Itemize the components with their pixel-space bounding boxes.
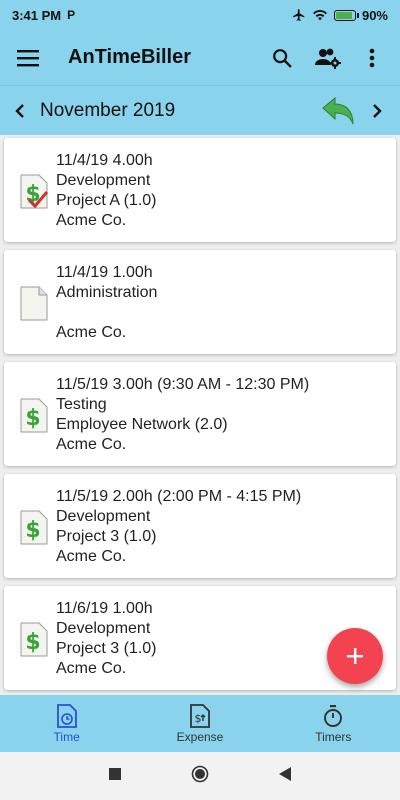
status-time: 3:41 PM <box>12 7 62 23</box>
svg-text:$: $ <box>194 712 201 725</box>
tab-expense-label: Expense <box>176 729 224 744</box>
entry-client: Acme Co. <box>56 548 127 565</box>
status-bar: 3:41 PM P 90% <box>0 0 400 30</box>
entry-task: Development <box>56 620 151 637</box>
tab-timers-label: Timers <box>315 729 352 744</box>
time-entry-card[interactable]: $ 11/5/19 3.00h (9:30 AM - 12:30 PM) Tes… <box>4 362 396 466</box>
entry-task: Testing <box>56 396 107 413</box>
recents-icon[interactable] <box>109 767 121 785</box>
app-bar: AnTimeBiller <box>0 30 400 85</box>
entry-task: Administration <box>56 284 158 301</box>
entry-task: Development <box>56 172 151 189</box>
expense-icon: $ <box>190 703 210 728</box>
add-entry-button[interactable] <box>327 628 383 684</box>
time-icon <box>56 703 77 728</box>
entry-client: Acme Co. <box>56 212 127 229</box>
entry-client: Acme Co. <box>56 436 127 453</box>
entry-date-hours: 11/5/19 3.00h (9:30 AM - 12:30 PM) <box>56 376 310 393</box>
invoice-icon: $ <box>19 510 49 546</box>
entry-date-hours: 11/4/19 4.00h <box>56 152 153 169</box>
entry-project: Project A (1.0) <box>56 192 157 209</box>
entry-date-hours: 11/6/19 1.00h <box>56 600 153 617</box>
entry-project <box>56 303 157 323</box>
entry-task: Development <box>56 508 151 525</box>
airplane-icon <box>292 8 306 22</box>
month-bar: November 2019 <box>0 85 400 135</box>
time-entry-list[interactable]: $ 11/4/19 4.00h Development Project A (1… <box>0 135 400 695</box>
bottom-navigation: Time $ Expense Timers <box>0 695 400 752</box>
svg-text:$: $ <box>25 406 40 431</box>
undo-icon[interactable] <box>316 91 360 131</box>
entry-project: Project 3 (1.0) <box>56 528 157 545</box>
next-month-icon[interactable] <box>360 91 394 131</box>
svg-text:$: $ <box>25 630 40 655</box>
svg-text:$: $ <box>25 518 40 543</box>
app-title: AnTimeBiller <box>68 46 191 68</box>
menu-icon[interactable] <box>8 38 48 78</box>
system-navigation-bar <box>0 752 400 800</box>
month-label: November 2019 <box>40 99 176 121</box>
stopwatch-icon <box>324 704 343 727</box>
entry-date-hours: 11/4/19 1.00h <box>56 264 153 281</box>
entry-client: Acme Co. <box>56 324 127 341</box>
plus-icon <box>347 648 363 664</box>
entry-project: Employee Network (2.0) <box>56 416 228 433</box>
entry-client: Acme Co. <box>56 660 127 677</box>
search-icon[interactable] <box>262 38 302 78</box>
tab-time[interactable]: Time <box>0 695 133 752</box>
blank-document-icon <box>19 286 49 322</box>
wifi-icon <box>312 8 328 22</box>
carrier-icon: P <box>67 8 76 22</box>
entry-project: Project 3 (1.0) <box>56 640 157 657</box>
invoice-icon: $ <box>19 398 49 434</box>
battery-percent: 90% <box>361 7 388 23</box>
home-icon[interactable] <box>191 765 209 788</box>
manage-clients-icon[interactable] <box>308 38 348 78</box>
back-icon[interactable] <box>279 766 291 786</box>
tab-expense[interactable]: $ Expense <box>133 695 266 752</box>
invoice-icon: $ <box>19 622 49 658</box>
time-entry-card[interactable]: 11/4/19 1.00h Administration Acme Co. <box>4 250 396 354</box>
tab-timers[interactable]: Timers <box>267 695 400 752</box>
time-entry-card[interactable]: $ 11/5/19 2.00h (2:00 PM - 4:15 PM) Deve… <box>4 474 396 578</box>
time-entry-card[interactable]: $ 11/4/19 4.00h Development Project A (1… <box>4 138 396 242</box>
invoice-billed-icon: $ <box>19 174 49 210</box>
tab-time-label: Time <box>53 729 80 744</box>
battery-icon <box>333 9 359 21</box>
more-options-icon[interactable] <box>352 38 392 78</box>
entry-date-hours: 11/5/19 2.00h (2:00 PM - 4:15 PM) <box>56 488 302 505</box>
previous-month-icon[interactable] <box>6 91 34 131</box>
